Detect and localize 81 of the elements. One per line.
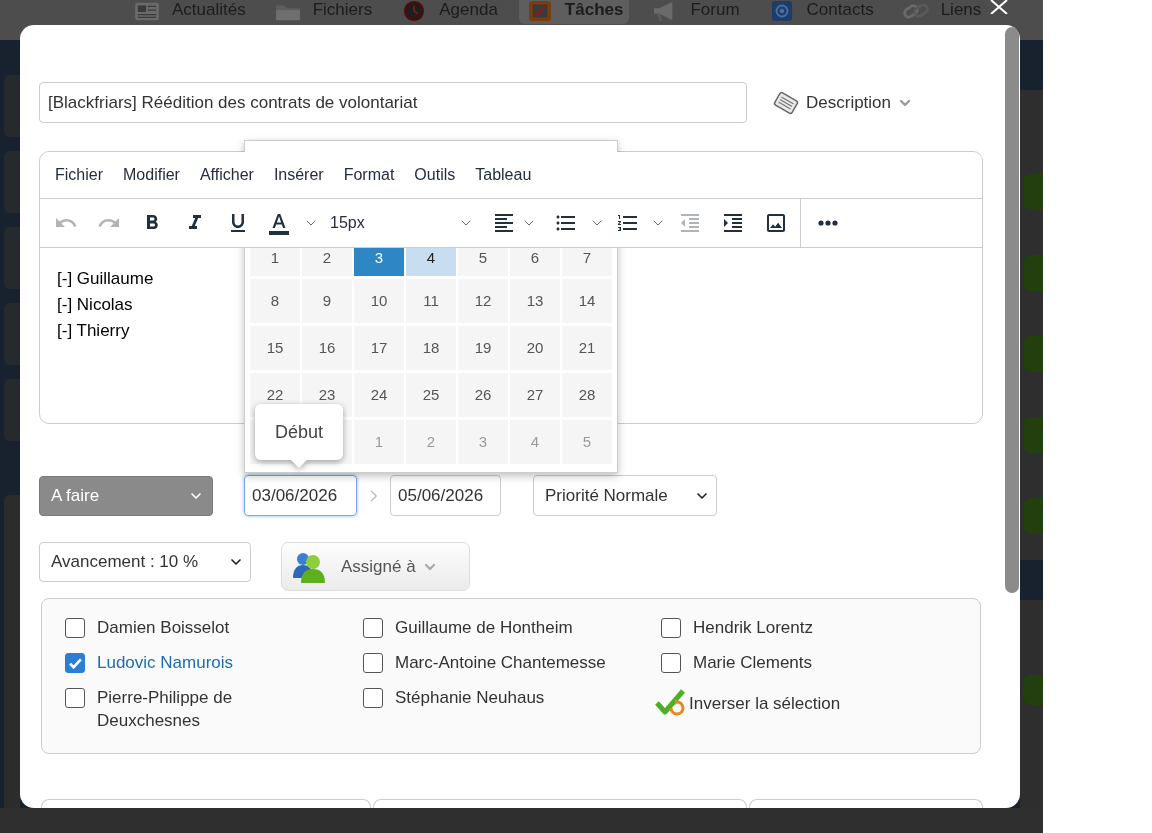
priority-select[interactable]: Priorité Normale [533,475,717,516]
checkbox[interactable] [363,653,383,673]
calendar-day[interactable]: 11 [406,279,456,323]
progress-select[interactable]: Avancement : 10 % [39,542,251,582]
calendar-day[interactable]: 2 [302,248,352,276]
checkbox[interactable] [65,618,85,638]
calendar-day[interactable]: 14 [562,279,612,323]
checkbox[interactable] [661,653,681,673]
font-size-select[interactable]: 15px [324,206,478,240]
assignee-name: Pierre-Philippe de Deuxchesnes [97,687,234,732]
title-input[interactable]: [Blackfriars] Réédition des contrats de volontariat [39,82,747,123]
background-card [4,75,20,137]
checkmark-icon [68,657,82,669]
calendar-day[interactable]: 21 [562,326,612,370]
background-card [4,303,20,365]
menu-item[interactable]: Modifier [123,163,180,187]
newspaper-icon [132,0,162,22]
calendar-day[interactable]: 10 [354,279,404,323]
checkbox[interactable] [363,618,383,638]
assignee-name: Hendrik Lorentz [693,617,813,639]
calendar-day[interactable]: 28 [562,373,612,417]
assign-button[interactable]: Assigné à [281,542,470,591]
checkbox[interactable] [661,618,681,638]
calendar-day[interactable]: 16 [302,326,352,370]
calendar-day[interactable]: 25 [406,373,456,417]
status-tile [1023,336,1043,372]
status-tile [1023,498,1043,534]
calendar-day[interactable]: 13 [510,279,560,323]
editor-text-line: [-] Nicolas [57,294,133,316]
scrollbar-thumb[interactable] [1004,27,1019,593]
assignee-name: Stéphanie Neuhaus [395,687,545,709]
calendar-day[interactable]: 7 [562,248,612,276]
calendar-day[interactable]: 8 [250,279,300,323]
chain-link-icon [900,0,931,22]
status-tile [1023,174,1043,210]
menu-item[interactable]: Afficher [199,163,254,187]
menu-item[interactable]: Insérer [273,163,324,187]
assignee-name: Marc-Antoine Chantemesse [395,652,606,674]
menu-item[interactable]: Fichier [55,163,103,187]
status-tile [1023,675,1043,705]
end-date-input[interactable]: 05/06/2026 [390,475,501,516]
calendar-day[interactable]: 15 [250,326,300,370]
invert-selection-link[interactable]: Inverser la sélection [655,688,841,718]
menu-item[interactable]: Format [343,163,395,187]
calendar-day[interactable]: 9 [302,279,352,323]
menu-item[interactable]: Tableau [475,163,532,187]
check-arrows-icon [655,688,685,718]
status-tile [1023,417,1043,453]
calendar-day[interactable]: 1 [250,248,300,276]
calendar-day[interactable]: 5 [458,248,508,276]
checkbox[interactable] [363,688,383,708]
more-icon [817,220,838,226]
assignee-name: Guillaume de Hontheim [395,617,573,639]
calendar-day[interactable]: 18 [406,326,456,370]
start-date-input[interactable]: 03/06/2026 [244,475,357,516]
calendar-day[interactable]: 12 [458,279,508,323]
calendar-day[interactable]: 17 [354,326,404,370]
menu-item[interactable]: Outils [414,163,456,187]
editor-text-line: [-] Guillaume [57,268,154,290]
description-button[interactable]: Description [771,89,914,116]
calendar-day[interactable]: 19 [458,326,508,370]
background-card [4,151,20,213]
assignee-name: Marie Clements [693,652,813,674]
calendar-day[interactable]: 3 [354,248,404,276]
assignee-name: Damien Boisselot [97,617,230,639]
calendar-day[interactable]: 24 [354,373,404,417]
assignee-name: Ludovic Namurois [97,652,234,674]
calendar-day[interactable]: 20 [510,326,560,370]
checkbox[interactable] [65,688,85,708]
checkbox[interactable] [65,653,85,673]
close-icon[interactable] [988,0,1010,14]
status-tile [1023,255,1043,291]
editor-text-line: [-] Thierry [57,320,130,342]
calendar-day[interactable]: 4 [406,248,456,276]
calendar-day[interactable]: 27 [510,373,560,417]
background-card [4,379,20,441]
align-left-icon [492,211,516,235]
calendar-day[interactable]: 6 [510,248,560,276]
background-card [4,227,20,289]
text-color-icon [267,211,291,235]
calendar-day[interactable]: 26 [458,373,508,417]
